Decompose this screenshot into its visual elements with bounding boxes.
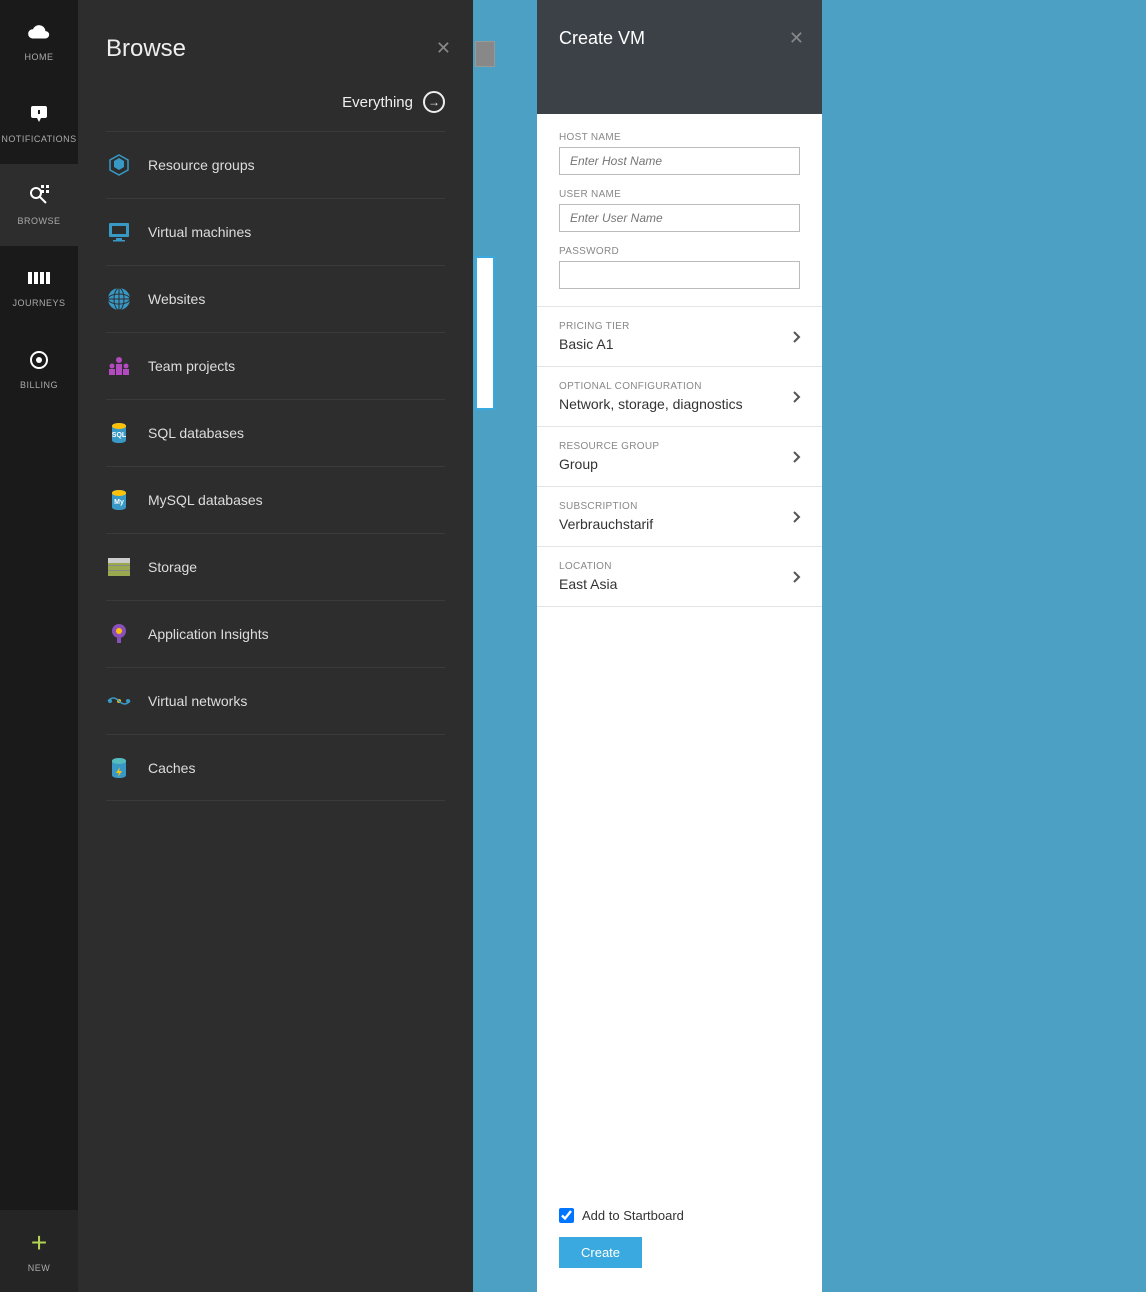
browse-item-label: SQL databases xyxy=(148,425,244,441)
nav-journeys-label: JOURNEYS xyxy=(12,298,65,308)
chevron-right-icon xyxy=(792,450,802,464)
browse-item-label: Virtual machines xyxy=(148,224,251,240)
location-row[interactable]: LOCATION East Asia xyxy=(537,547,822,607)
optional-config-label: OPTIONAL CONFIGURATION xyxy=(559,381,800,392)
subscription-row[interactable]: SUBSCRIPTION Verbrauchstarif xyxy=(537,487,822,547)
storage-icon xyxy=(106,554,132,580)
pricing-tier-row[interactable]: PRICING TIER Basic A1 xyxy=(537,307,822,367)
startboard-label: Add to Startboard xyxy=(582,1208,684,1223)
vm-icon xyxy=(106,219,132,245)
hostname-label: HOST NAME xyxy=(559,132,800,143)
username-label: USER NAME xyxy=(559,189,800,200)
create-vm-footer: Add to Startboard Create xyxy=(537,1190,822,1292)
arrow-right-circle-icon: → xyxy=(423,91,445,113)
browse-blade: Browse ✕ Everything → Resource groups Vi… xyxy=(78,0,473,1292)
password-input[interactable] xyxy=(559,261,800,289)
mysql-icon: My xyxy=(106,487,132,513)
browse-everything[interactable]: Everything → xyxy=(78,63,473,131)
create-vm-blade: Create VM ✕ HOST NAME USER NAME PASSWORD… xyxy=(537,0,822,1292)
browse-item-storage[interactable]: Storage xyxy=(106,533,445,600)
hostname-input[interactable] xyxy=(559,147,800,175)
nav-home[interactable]: HOME xyxy=(0,0,78,82)
username-input[interactable] xyxy=(559,204,800,232)
vnet-icon xyxy=(106,688,132,714)
location-label: LOCATION xyxy=(559,561,800,572)
browse-item-label: Websites xyxy=(148,291,205,307)
browse-item-label: Resource groups xyxy=(148,157,255,173)
browse-item-virtual-machines[interactable]: Virtual machines xyxy=(106,198,445,265)
avatar xyxy=(475,41,495,67)
resource-group-value: Group xyxy=(559,456,800,472)
browse-title: Browse xyxy=(106,35,445,63)
chevron-right-icon xyxy=(792,330,802,344)
nav-billing-label: BILLING xyxy=(20,380,58,390)
nav-billing[interactable]: BILLING xyxy=(0,328,78,410)
chevron-right-icon xyxy=(792,510,802,524)
insights-icon xyxy=(106,621,132,647)
browse-item-caches[interactable]: Caches xyxy=(106,734,445,801)
create-vm-header: Create VM ✕ xyxy=(537,0,822,114)
resource-groups-icon xyxy=(106,152,132,178)
startboard-checkbox[interactable] xyxy=(559,1208,574,1223)
close-icon[interactable]: ✕ xyxy=(436,38,451,59)
team-icon xyxy=(106,353,132,379)
browse-everything-label: Everything xyxy=(342,94,413,111)
optional-config-value: Network, storage, diagnostics xyxy=(559,396,800,412)
optional-config-row[interactable]: OPTIONAL CONFIGURATION Network, storage,… xyxy=(537,367,822,427)
plus-icon: + xyxy=(31,1229,47,1257)
cloud-icon xyxy=(27,20,51,44)
nav-browse[interactable]: BROWSE xyxy=(0,164,78,246)
nav-new-label: NEW xyxy=(28,1263,51,1273)
subscription-value: Verbrauchstarif xyxy=(559,516,800,532)
chevron-right-icon xyxy=(792,570,802,584)
browse-item-websites[interactable]: Websites xyxy=(106,265,445,332)
create-button[interactable]: Create xyxy=(559,1237,642,1268)
nav-journeys[interactable]: JOURNEYS xyxy=(0,246,78,328)
nav-notifications-label: NOTIFICATIONS xyxy=(1,134,76,144)
location-value: East Asia xyxy=(559,576,800,592)
create-vm-body: HOST NAME USER NAME PASSWORD PRICING TIE… xyxy=(537,114,822,1190)
browse-item-label: Storage xyxy=(148,559,197,575)
svg-text:My: My xyxy=(114,499,124,506)
close-icon[interactable]: ✕ xyxy=(789,28,804,49)
websites-icon xyxy=(106,286,132,312)
chevron-right-icon xyxy=(792,390,802,404)
subscription-label: SUBSCRIPTION xyxy=(559,501,800,512)
nav-home-label: HOME xyxy=(25,52,54,62)
browse-item-label: Application Insights xyxy=(148,626,269,642)
browse-item-virtual-networks[interactable]: Virtual networks xyxy=(106,667,445,734)
notification-icon xyxy=(27,102,51,126)
dashboard-card-peek xyxy=(475,256,495,410)
create-vm-title: Create VM xyxy=(559,28,800,49)
nav-browse-label: BROWSE xyxy=(17,216,60,226)
pricing-tier-value: Basic A1 xyxy=(559,336,800,352)
cache-icon xyxy=(106,755,132,781)
left-nav: HOME NOTIFICATIONS BROWSE JOURNEYS BILLI… xyxy=(0,0,78,1292)
browse-item-sql-databases[interactable]: SQL SQL databases xyxy=(106,399,445,466)
password-label: PASSWORD xyxy=(559,246,800,257)
browse-item-label: Caches xyxy=(148,760,195,776)
browse-item-label: Virtual networks xyxy=(148,693,247,709)
browse-item-label: Team projects xyxy=(148,358,235,374)
nav-notifications[interactable]: NOTIFICATIONS xyxy=(0,82,78,164)
pricing-tier-label: PRICING TIER xyxy=(559,321,800,332)
browse-item-mysql-databases[interactable]: My MySQL databases xyxy=(106,466,445,533)
nav-new[interactable]: + NEW xyxy=(0,1210,78,1292)
browse-icon xyxy=(27,184,51,208)
browse-item-team-projects[interactable]: Team projects xyxy=(106,332,445,399)
sql-icon: SQL xyxy=(106,420,132,446)
billing-icon xyxy=(27,348,51,372)
browse-item-application-insights[interactable]: Application Insights xyxy=(106,600,445,667)
browse-list: Resource groups Virtual machines Website… xyxy=(78,131,473,801)
resource-group-row[interactable]: RESOURCE GROUP Group xyxy=(537,427,822,487)
journeys-icon xyxy=(27,266,51,290)
browse-header: Browse ✕ xyxy=(78,0,473,63)
svg-text:SQL: SQL xyxy=(112,432,127,439)
browse-item-label: MySQL databases xyxy=(148,492,263,508)
resource-group-label: RESOURCE GROUP xyxy=(559,441,800,452)
browse-item-resource-groups[interactable]: Resource groups xyxy=(106,131,445,198)
